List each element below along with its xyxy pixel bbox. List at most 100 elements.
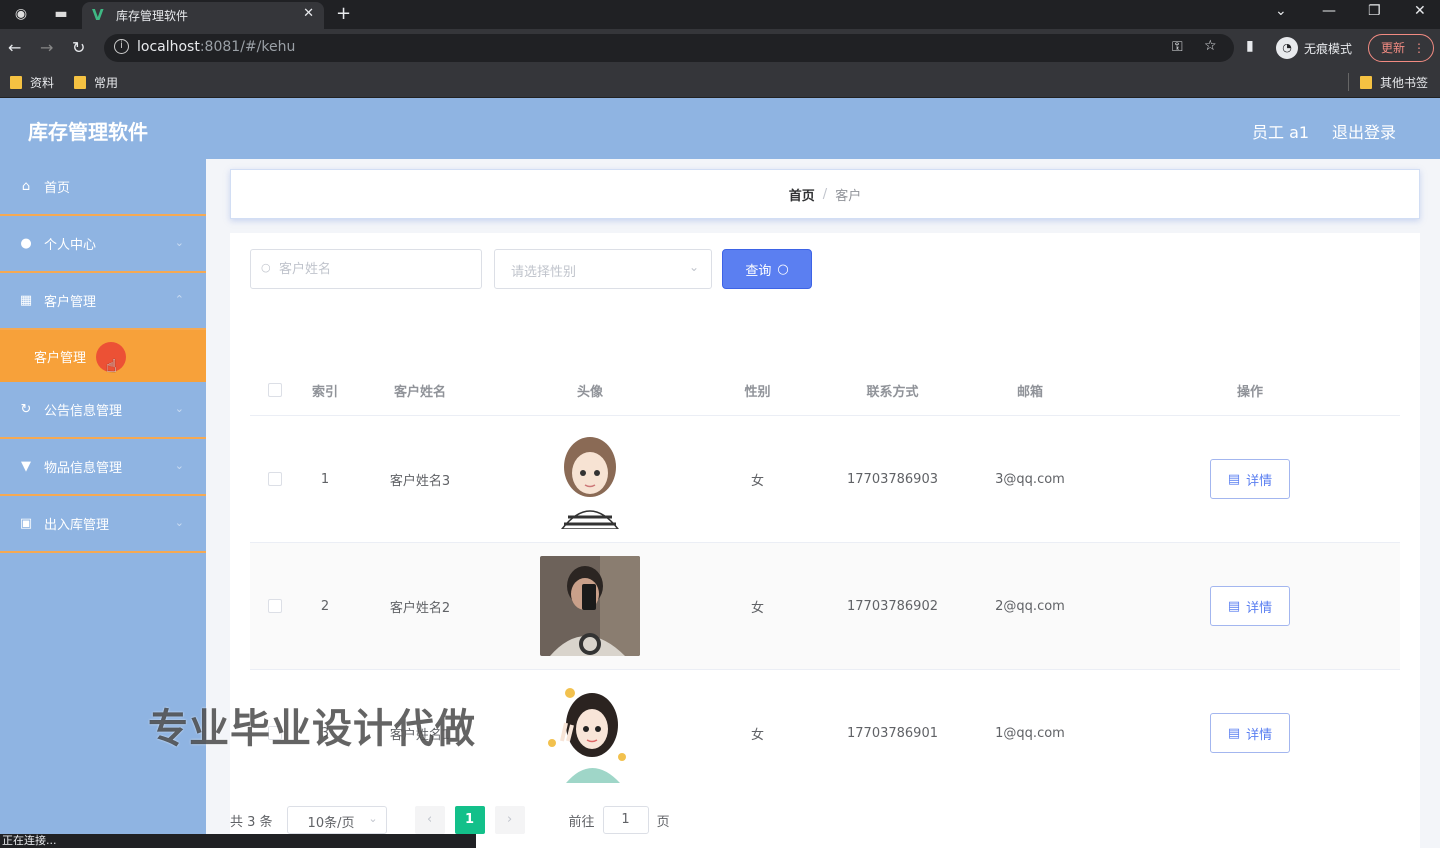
select-all-checkbox[interactable] — [268, 383, 282, 397]
folder-icon — [1360, 76, 1372, 89]
col-avatar: 头像 — [576, 384, 603, 400]
bookmark-folder-changyong[interactable]: 常用 — [74, 74, 118, 91]
sidebar-item-customers[interactable]: ▦ 客户管理 ⌃ — [0, 273, 206, 330]
sidebar-item-notices[interactable]: ↻ 公告信息管理 ⌄ — [0, 382, 206, 439]
forward-icon[interactable]: → — [40, 38, 53, 57]
sidebar-item-stock[interactable]: ▣ 出入库管理 ⌄ — [0, 496, 206, 553]
gender-select[interactable]: 请选择性别 ⌄ — [494, 249, 712, 289]
cell-actions: ▤ 详情 — [1100, 416, 1400, 542]
customer-name-input[interactable] — [279, 258, 469, 280]
sidebar-item-label: 客户管理 — [44, 295, 97, 310]
page-unit-label: 页 — [656, 814, 670, 830]
hand-cursor-icon: ☝ — [106, 356, 117, 377]
cell-phone: 17703786902 — [847, 598, 938, 614]
minimize-icon[interactable]: — — [1322, 3, 1336, 19]
search-icon: ○ — [261, 261, 271, 274]
cell-avatar — [490, 416, 690, 542]
document-icon: ▤ — [1227, 471, 1241, 487]
selfie-photo-image — [540, 556, 640, 656]
key-icon[interactable]: ⚿ — [1172, 39, 1183, 55]
row-checkbox[interactable] — [268, 472, 282, 486]
grid-icon: ▦ — [19, 293, 33, 308]
col-gender: 性别 — [744, 384, 771, 400]
cell-actions: ▤ 详情 — [1100, 543, 1400, 669]
detail-button[interactable]: ▤ 详情 — [1210, 586, 1290, 626]
restore-icon[interactable]: ❐ — [1368, 3, 1381, 19]
tab-title: 库存管理软件 — [116, 9, 189, 23]
girl-avatar-image — [540, 429, 640, 529]
content-card: ○ 请选择性别 ⌄ 查询 ○ 索引 客户姓名 头像 性别 联系方式 邮箱 操作 — [230, 233, 1420, 848]
page-size-select[interactable]: 10条/页 ⌄ — [286, 806, 387, 834]
tab-list-chevron-icon[interactable]: ⌄ — [1275, 3, 1287, 19]
app-title: 库存管理软件 — [28, 120, 148, 144]
url-field[interactable]: i localhost:8081/#/kehu ⚿ ☆ — [104, 34, 1234, 62]
sidebar-item-home[interactable]: ⌂ 首页 — [0, 159, 206, 216]
gender-select-placeholder: 请选择性别 — [511, 265, 577, 280]
cell-gender: 女 — [750, 727, 764, 743]
url-text: localhost:8081/#/kehu — [137, 39, 296, 55]
tab-search-icon[interactable]: ▬ — [52, 5, 70, 23]
col-actions: 操作 — [1236, 384, 1263, 400]
folder-icon — [10, 76, 22, 89]
cell-phone: 17703786903 — [847, 471, 938, 487]
site-info-icon[interactable]: i — [114, 39, 129, 54]
cell-avatar — [490, 543, 690, 669]
col-phone: 联系方式 — [866, 384, 919, 400]
breadcrumb-home[interactable]: 首页 — [789, 185, 815, 204]
browser-globe-icon[interactable]: ◉ — [12, 5, 30, 23]
cell-avatar — [490, 670, 690, 796]
app-header: 库存管理软件 员工 a1 退出登录 — [0, 98, 1440, 159]
side-panel-icon[interactable]: ▮ — [1246, 38, 1254, 54]
incognito-indicator[interactable]: ◔ 无痕模式 — [1276, 34, 1352, 62]
sidebar-subitem-label: 客户管理 — [34, 350, 87, 366]
breadcrumb: 首页 / 客户 — [230, 169, 1420, 219]
bookmark-star-icon[interactable]: ☆ — [1204, 38, 1217, 54]
query-button[interactable]: 查询 ○ — [722, 249, 812, 289]
detail-button[interactable]: ▤ 详情 — [1210, 459, 1290, 499]
close-window-icon[interactable]: ✕ — [1414, 3, 1426, 19]
col-email: 邮箱 — [1016, 384, 1043, 400]
bookmark-folder-ziliao[interactable]: 资料 — [10, 74, 54, 91]
bookmark-label: 资料 — [30, 76, 55, 90]
col-name: 客户姓名 — [393, 384, 446, 400]
detail-button[interactable]: ▤ 详情 — [1210, 713, 1290, 753]
sidebar-item-goods[interactable]: ▼ 物品信息管理 ⌄ — [0, 439, 206, 496]
query-button-label: 查询 — [745, 263, 772, 279]
row-checkbox[interactable] — [268, 599, 282, 613]
tab-close-icon[interactable]: ✕ — [303, 6, 314, 21]
document-icon: ▤ — [1227, 598, 1241, 614]
bookmarks-bar: 资料 常用 其他书签 — [0, 67, 1440, 98]
new-tab-icon[interactable]: + — [336, 3, 351, 24]
girl-peace-avatar-image — [540, 683, 640, 783]
sidebar-subitem-customer-management[interactable]: 客户管理 ☝ — [0, 330, 206, 382]
page-number-current[interactable]: 1 — [454, 806, 485, 834]
cell-email: 2@qq.com — [995, 598, 1065, 614]
sidebar-item-label: 个人中心 — [44, 238, 97, 253]
trophy-icon: ▼ — [21, 459, 31, 474]
cell-phone: 17703786901 — [847, 725, 938, 741]
back-icon[interactable]: ← — [8, 38, 21, 57]
table-header-row: 索引 客户姓名 头像 性别 联系方式 邮箱 操作 — [250, 365, 1400, 415]
bookmark-separator — [1348, 73, 1349, 91]
customer-name-search[interactable]: ○ — [250, 249, 482, 289]
folder-icon — [74, 76, 86, 89]
update-button[interactable]: 更新 ⋮ — [1368, 34, 1434, 62]
chevron-down-icon: ⌄ — [174, 459, 184, 472]
cell-gender: 女 — [750, 473, 764, 489]
current-user: 员工 a1 — [1252, 123, 1310, 142]
browser-status-bar: 正在连接... — [0, 834, 476, 848]
sidebar-item-profile[interactable]: ● 个人中心 ⌄ — [0, 216, 206, 273]
update-label: 更新 — [1381, 41, 1406, 55]
user-icon: ● — [20, 236, 32, 251]
logout-link[interactable]: 退出登录 — [1332, 119, 1396, 143]
browser-tab[interactable]: V 库存管理软件 ✕ — [82, 2, 324, 29]
address-bar-row: ← → ↻ i localhost:8081/#/kehu ⚿ ☆ ▮ ◔ 无痕… — [0, 29, 1440, 67]
goto-page-input[interactable]: 1 — [602, 806, 649, 834]
breadcrumb-current: 客户 — [835, 188, 862, 204]
prev-page-button[interactable]: ‹ — [414, 806, 445, 834]
detail-button-label: 详情 — [1246, 473, 1273, 489]
reload-icon[interactable]: ↻ — [72, 38, 85, 57]
goto-label: 前往 — [568, 814, 595, 830]
other-bookmarks[interactable]: 其他书签 — [1360, 74, 1428, 91]
next-page-button[interactable]: › — [494, 806, 525, 834]
